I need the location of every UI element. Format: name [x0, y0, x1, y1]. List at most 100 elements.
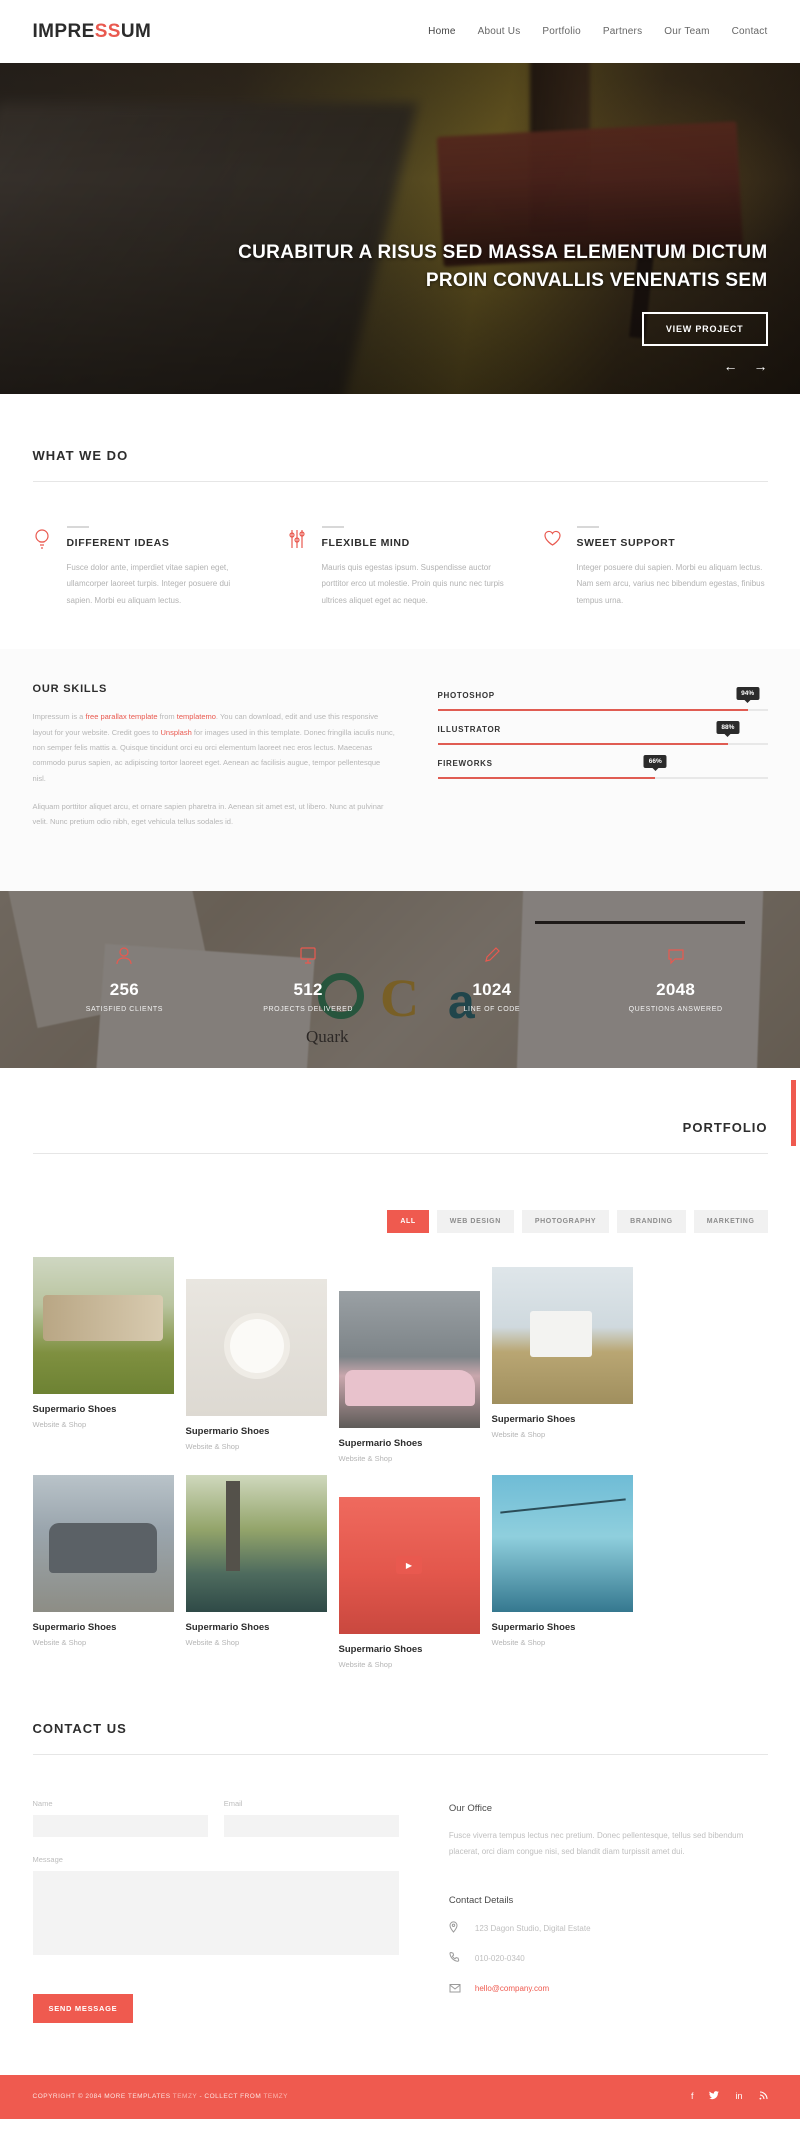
- service-item-sweet-support: SWEET SUPPORT Integer posuere dui sapien…: [543, 526, 768, 609]
- hero-title: CURABITUR A RISUS SED MASSA ELEMENTUM DI…: [238, 239, 767, 294]
- hero-title-line1: CURABITUR A RISUS SED MASSA ELEMENTUM DI…: [238, 242, 768, 263]
- service-heading: SWEET SUPPORT: [576, 537, 676, 549]
- portfolio-thumbnail-cablecar[interactable]: [491, 1474, 633, 1612]
- portfolio-thumbnail-video[interactable]: ▶: [338, 1496, 480, 1634]
- counter-label: LINE OF CODE: [463, 1005, 521, 1013]
- play-icon[interactable]: ▶: [396, 1556, 422, 1575]
- linkedin-icon[interactable]: in: [735, 2091, 742, 2102]
- portfolio-thumbnail-pier[interactable]: [185, 1474, 327, 1612]
- footer-copyright-mid: - COLLECT FROM: [197, 2093, 264, 2101]
- name-input[interactable]: [32, 1814, 208, 1837]
- portfolio-section: PORTFOLIO ALL WEB DESIGN PHOTOGRAPHY BRA…: [32, 1068, 796, 1669]
- portfolio-filters: ALL WEB DESIGN PHOTOGRAPHY BRANDING MARK…: [33, 1209, 768, 1233]
- hero-slider-arrows: ← →: [724, 359, 768, 373]
- skill-bar-fill: [437, 777, 656, 780]
- nav-item-contact[interactable]: Contact: [732, 26, 768, 37]
- contact-info: Our Office Fusce viverra tempus lectus n…: [449, 1799, 768, 2023]
- map-pin-icon: [449, 1920, 461, 1938]
- portfolio-item-subtitle: Website & Shop: [491, 1429, 546, 1439]
- counter-number: 1024: [472, 979, 512, 999]
- portfolio-filter-marketing[interactable]: MARKETING: [693, 1209, 768, 1233]
- twitter-icon[interactable]: [709, 2091, 720, 2102]
- skill-bar-fireworks: FIREWORKS 66%: [437, 755, 768, 780]
- templatemo-link[interactable]: templatemo: [177, 712, 216, 721]
- portfolio-grid: Supermario Shoes Website & Shop Supermar…: [32, 1256, 768, 1669]
- contact-details-heading: Contact Details: [448, 1894, 514, 1906]
- contact-detail-phone: 010-020-0340: [449, 1950, 768, 1968]
- hero-text-block: CURABITUR A RISUS SED MASSA ELEMENTUM DI…: [238, 239, 768, 347]
- free-parallax-template-link[interactable]: free parallax template: [85, 712, 157, 721]
- portfolio-thumbnail-van[interactable]: [32, 1474, 174, 1612]
- counter-label: PROJECTS DELIVERED: [263, 1005, 353, 1013]
- service-item-different-ideas: DIFFERENT IDEAS Fusce dolor ante, imperd…: [33, 526, 258, 609]
- facebook-icon[interactable]: f: [691, 2091, 694, 2102]
- rss-icon[interactable]: [759, 2091, 768, 2102]
- contact-title: CONTACT US: [32, 1720, 127, 1736]
- portfolio-filter-web-design[interactable]: WEB DESIGN: [436, 1209, 514, 1233]
- envelope-icon: [449, 1980, 461, 1998]
- nav-item-about-us[interactable]: About Us: [478, 26, 521, 37]
- monitor-icon: [216, 946, 400, 966]
- portfolio-item[interactable]: Supermario Shoes Website & Shop: [491, 1474, 633, 1669]
- services-list: DIFFERENT IDEAS Fusce dolor ante, imperd…: [33, 482, 768, 649]
- counter-projects-delivered: 512 PROJECTS DELIVERED: [216, 946, 400, 1013]
- email-label: Email: [223, 1798, 243, 1808]
- logo-text-part1: IMPRE: [32, 20, 95, 42]
- portfolio-filter-photography[interactable]: PHOTOGRAPHY: [521, 1209, 610, 1233]
- portfolio-item-title: Supermario Shoes: [338, 1643, 423, 1655]
- counter-label: QUESTIONS ANSWERED: [628, 1005, 723, 1013]
- nav-item-partners[interactable]: Partners: [603, 26, 642, 37]
- site-logo[interactable]: IMPRESSUM: [33, 21, 152, 43]
- portfolio-thumbnail-fence[interactable]: [32, 1256, 174, 1394]
- view-project-button[interactable]: VIEW PROJECT: [641, 312, 768, 347]
- portfolio-item[interactable]: ▶ Supermario Shoes Website & Shop: [338, 1496, 480, 1669]
- slider-next-arrow-icon[interactable]: →: [754, 359, 768, 373]
- portfolio-item-title: Supermario Shoes: [185, 1425, 270, 1437]
- portfolio-item-subtitle: Website & Shop: [491, 1637, 546, 1647]
- service-heading: DIFFERENT IDEAS: [66, 537, 170, 549]
- portfolio-thumbnail-cars[interactable]: [338, 1290, 480, 1428]
- portfolio-item[interactable]: Supermario Shoes Website & Shop: [32, 1474, 174, 1669]
- heart-icon: [543, 526, 565, 609]
- nav-item-our-team[interactable]: Our Team: [664, 26, 709, 37]
- counter-line-of-code: 1024 LINE OF CODE: [400, 946, 584, 1013]
- email-input[interactable]: [223, 1814, 399, 1837]
- footer-link-2[interactable]: TEMZY: [263, 2093, 288, 2100]
- send-message-button[interactable]: SEND MESSAGE: [32, 1993, 134, 2023]
- service-text: Mauris quis egestas ipsum. Suspendisse a…: [321, 563, 504, 605]
- user-icon: [33, 946, 217, 966]
- portfolio-filter-branding[interactable]: BRANDING: [617, 1209, 686, 1233]
- message-textarea[interactable]: [32, 1870, 399, 1955]
- what-we-do-title: WHAT WE DO: [32, 448, 129, 463]
- nav-item-home[interactable]: Home: [428, 26, 455, 37]
- portfolio-item[interactable]: Supermario Shoes Website & Shop: [185, 1474, 327, 1669]
- portfolio-item[interactable]: Supermario Shoes Website & Shop: [185, 1278, 327, 1463]
- name-label: Name: [32, 1798, 53, 1808]
- nav-item-portfolio[interactable]: Portfolio: [542, 26, 581, 37]
- portfolio-thumbnail-bowl[interactable]: [185, 1278, 327, 1416]
- portfolio-item[interactable]: Supermario Shoes Website & Shop: [32, 1256, 174, 1463]
- portfolio-item[interactable]: Supermario Shoes Website & Shop: [338, 1290, 480, 1463]
- unsplash-link[interactable]: Unsplash: [160, 728, 191, 737]
- portfolio-item-subtitle: Website & Shop: [338, 1659, 393, 1669]
- portfolio-item[interactable]: Supermario Shoes Website & Shop: [491, 1266, 633, 1463]
- our-skills-section: OUR SKILLS Impressum is a free parallax …: [0, 649, 800, 891]
- our-office-text: Fusce viverra tempus lectus nec pretium.…: [448, 1830, 744, 1857]
- footer-link-1[interactable]: TEMZY: [173, 2093, 197, 2100]
- service-item-flexible-mind: FLEXIBLE MIND Mauris quis egestas ipsum.…: [288, 526, 513, 609]
- contact-detail-email-link[interactable]: hello@company.com: [475, 1984, 549, 1993]
- our-skills-title: OUR SKILLS: [32, 683, 108, 696]
- skill-bar-illustrator: ILLUSTRATOR 88%: [437, 721, 768, 746]
- portfolio-thumbnail-chair[interactable]: [491, 1266, 633, 1404]
- skill-bars-list: PHOTOSHOP 94% ILLUSTRATOR 88% FIREWORKS: [437, 683, 768, 843]
- skill-bar-track: 94%: [437, 687, 768, 712]
- service-text: Fusce dolor ante, imperdiet vitae sapien…: [66, 563, 231, 605]
- portfolio-filter-all[interactable]: ALL: [387, 1209, 429, 1233]
- slider-prev-arrow-icon[interactable]: ←: [724, 359, 738, 373]
- pen-icon: [400, 946, 584, 966]
- contact-detail-address: 123 Dagon Studio, Digital Estate: [449, 1920, 768, 1938]
- service-dash: [321, 526, 344, 528]
- site-footer: COPYRIGHT © 2084 MORE TEMPLATES TEMZY - …: [0, 2074, 800, 2119]
- counter-number: 512: [293, 979, 323, 999]
- logo-text-highlight: SS: [94, 20, 121, 42]
